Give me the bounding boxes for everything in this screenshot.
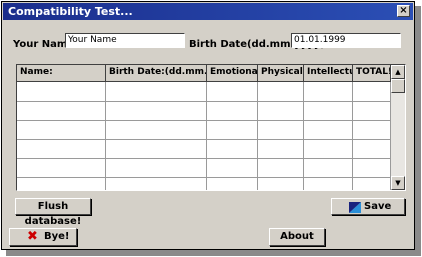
red-x-icon: ✖ bbox=[27, 229, 38, 244]
name-input[interactable]: Your Name bbox=[65, 33, 185, 48]
window-title: Compatibility Test... bbox=[8, 5, 133, 18]
scroll-up-button[interactable]: ▲ bbox=[391, 65, 405, 79]
scroll-down-button[interactable]: ▼ bbox=[391, 176, 405, 190]
bye-button[interactable]: ✖ Bye! bbox=[9, 228, 77, 246]
column-divider bbox=[257, 82, 258, 190]
title-bar[interactable]: Compatibility Test... × bbox=[3, 3, 413, 20]
flush-database-label: Flush database! bbox=[24, 201, 82, 227]
results-table[interactable]: Name: Birth Date:(dd.mm.yyyy Emotional P… bbox=[16, 64, 406, 191]
column-header-physical[interactable]: Physical bbox=[258, 65, 304, 82]
about-button[interactable]: About bbox=[269, 228, 325, 246]
compatibility-window: Compatibility Test... × Your Name: Your … bbox=[1, 1, 415, 250]
row-divider bbox=[17, 158, 391, 159]
column-divider bbox=[352, 82, 353, 190]
column-divider bbox=[206, 82, 207, 190]
birth-date-input[interactable]: 01.01.1999 bbox=[291, 33, 401, 48]
vertical-scrollbar[interactable]: ▲ ▼ bbox=[391, 65, 405, 190]
row-divider bbox=[17, 101, 391, 102]
row-divider bbox=[17, 139, 391, 140]
column-divider bbox=[303, 82, 304, 190]
column-header-total[interactable]: TOTAL! bbox=[353, 65, 391, 82]
save-label: Save bbox=[364, 201, 392, 212]
arrow-down-icon: ▼ bbox=[395, 179, 401, 187]
bye-label: Bye! bbox=[44, 231, 70, 242]
save-icon bbox=[349, 202, 361, 213]
column-header-name[interactable]: Name: bbox=[17, 65, 106, 82]
window-shadow-bottom bbox=[6, 250, 421, 256]
column-header-intellectual[interactable]: Intellectua bbox=[304, 65, 353, 82]
row-divider bbox=[17, 177, 391, 178]
column-header-birth-date[interactable]: Birth Date:(dd.mm.yyyy bbox=[106, 65, 207, 82]
about-label: About bbox=[280, 231, 314, 242]
column-header-emotional[interactable]: Emotional bbox=[207, 65, 258, 82]
arrow-up-icon: ▲ bbox=[395, 68, 401, 76]
scroll-thumb[interactable] bbox=[391, 79, 405, 93]
close-button[interactable]: × bbox=[397, 5, 410, 17]
close-icon: × bbox=[399, 5, 408, 16]
row-divider bbox=[17, 120, 391, 121]
window-shadow-right bbox=[415, 6, 421, 254]
flush-database-button[interactable]: Flush database! bbox=[15, 198, 91, 227]
save-button[interactable]: Save bbox=[331, 198, 405, 215]
column-divider bbox=[105, 82, 106, 190]
